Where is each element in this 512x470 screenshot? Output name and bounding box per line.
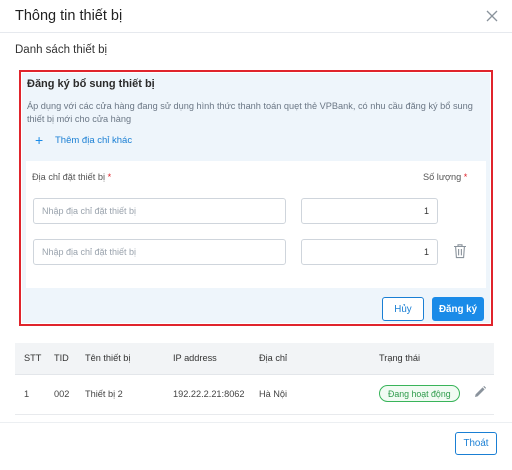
header-name: Tên thiết bị — [85, 353, 131, 363]
device-list-title: Danh sách thiết bị — [15, 44, 108, 56]
edit-button[interactable] — [473, 385, 487, 399]
cell-address: Hà Nội — [259, 389, 288, 399]
cell-tid: 002 — [54, 389, 70, 399]
cell-ip: 192.22.2.21:8062 — [173, 389, 245, 399]
header-tid: TID — [54, 353, 69, 363]
device-info-modal: Thông tin thiết bị Danh sách thiết bị Đă… — [0, 0, 512, 470]
status-badge: Đang hoạt động — [379, 385, 460, 402]
edit-icon — [475, 385, 487, 397]
header-status: Trạng thái — [379, 353, 421, 363]
table-header: STT TID Tên thiết bị IP address Địa chỉ … — [15, 343, 494, 375]
close-button[interactable] — [484, 8, 500, 24]
modal-title: Thông tin thiết bị — [15, 8, 123, 24]
modal-header: Thông tin thiết bị — [0, 0, 512, 33]
header-address: Địa chỉ — [259, 353, 288, 363]
header-ip: IP address — [173, 353, 217, 363]
footer-divider — [0, 422, 512, 423]
exit-button[interactable]: Thoát — [455, 432, 497, 455]
cell-stt: 1 — [24, 389, 30, 399]
cell-name: Thiết bị 2 — [85, 389, 123, 399]
highlight-frame — [19, 70, 493, 326]
table-row: 1 002 Thiết bị 2 192.22.2.21:8062 Hà Nội… — [15, 375, 494, 415]
header-stt: STT — [24, 353, 42, 363]
close-icon — [486, 10, 498, 22]
